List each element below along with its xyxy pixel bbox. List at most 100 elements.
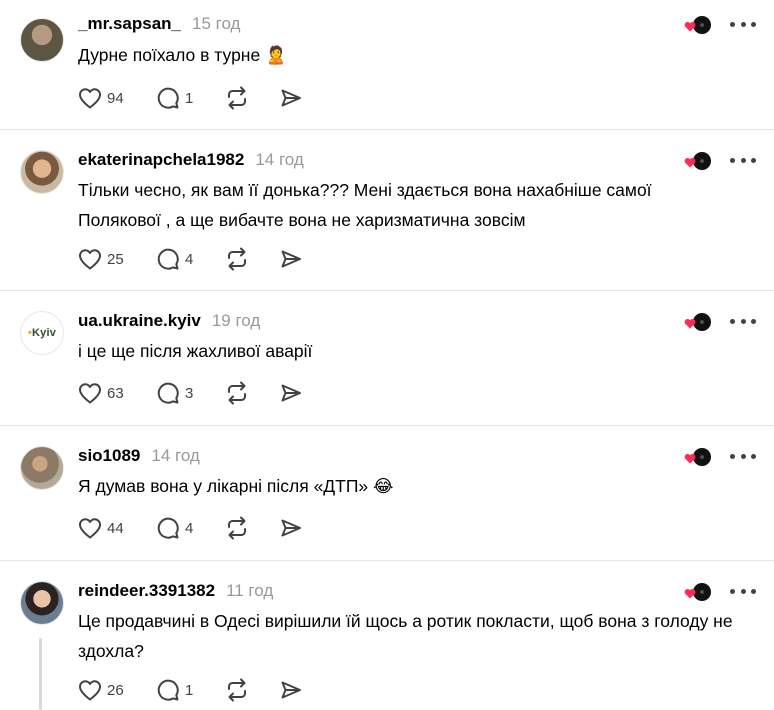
comment-header: _mr.sapsan_ 15 год xyxy=(78,14,240,34)
repost-button[interactable] xyxy=(224,677,279,703)
like-button[interactable]: 26 xyxy=(78,679,156,701)
share-button[interactable] xyxy=(279,381,303,405)
heart-outline-icon xyxy=(79,518,101,539)
speech-bubble-icon xyxy=(157,87,179,109)
like-button[interactable]: 94 xyxy=(78,87,156,109)
repost-arrows-icon xyxy=(228,247,246,271)
comment-header: reindeer.3391382 11 год xyxy=(78,581,273,601)
share-button[interactable] xyxy=(279,516,303,540)
send-paper-plane-icon xyxy=(281,89,301,107)
username[interactable]: reindeer.3391382 xyxy=(78,581,215,601)
comment-text: Це продавчині в Одесі вирішили їй щось а… xyxy=(78,611,733,661)
timestamp[interactable]: 19 год xyxy=(212,311,260,331)
person-emoji: 🙎 xyxy=(265,46,287,66)
avatar[interactable] xyxy=(20,150,64,194)
username[interactable]: ua.ukraine.kyiv xyxy=(78,311,201,331)
comment-post: _mr.sapsan_ 15 год Дурне поїхало в турне… xyxy=(0,0,774,129)
share-button[interactable] xyxy=(279,678,303,702)
heart-outline-icon xyxy=(79,383,101,404)
comment-text: і це ще після жахливої аварії xyxy=(78,341,313,361)
reply-count: 1 xyxy=(185,89,194,107)
comment-header: ua.ukraine.kyiv 19 год xyxy=(78,311,260,331)
like-count: 63 xyxy=(107,384,124,402)
action-bar: 44 4 xyxy=(78,515,303,541)
share-button[interactable] xyxy=(279,247,303,271)
heart-record-reaction-icon[interactable] xyxy=(684,582,712,604)
more-options-button[interactable] xyxy=(730,16,756,32)
timestamp[interactable]: 11 год xyxy=(226,581,273,601)
action-bar: 94 1 xyxy=(78,85,303,111)
repost-arrows-icon xyxy=(228,516,246,540)
avatar[interactable] xyxy=(20,446,64,490)
laughing-emoji: 😂 xyxy=(373,477,394,497)
timestamp[interactable]: 14 год xyxy=(151,446,199,466)
send-paper-plane-icon xyxy=(281,250,301,268)
username[interactable]: sio1089 xyxy=(78,446,140,466)
speech-bubble-icon xyxy=(157,248,179,270)
reply-count: 4 xyxy=(185,250,194,268)
timestamp[interactable]: 14 год xyxy=(255,150,303,170)
comment-text-body: Дурне поїхало в турне xyxy=(78,45,261,65)
more-options-button[interactable] xyxy=(730,313,756,329)
repost-button[interactable] xyxy=(224,515,279,541)
timestamp[interactable]: 15 год xyxy=(192,14,240,34)
repost-arrows-icon xyxy=(228,381,246,405)
reply-count: 4 xyxy=(185,519,194,537)
comment-post: •Kyiv ua.ukraine.kyiv 19 год і це ще піс… xyxy=(0,291,774,425)
heart-outline-icon xyxy=(79,680,101,701)
speech-bubble-icon xyxy=(157,382,179,404)
comment-text: Тільки чесно, як вам її донька??? Мені з… xyxy=(78,180,652,230)
like-button[interactable]: 44 xyxy=(78,517,156,539)
comment-post: reindeer.3391382 11 год Це продавчині в … xyxy=(0,561,774,710)
heart-record-reaction-icon[interactable] xyxy=(684,15,712,37)
heart-record-reaction-icon[interactable] xyxy=(684,312,712,334)
comment-header: ekaterinapchela1982 14 год xyxy=(78,150,304,170)
comment-post: sio1089 14 год Я думав вона у лікарні пі… xyxy=(0,426,774,560)
avatar[interactable] xyxy=(20,18,64,62)
repost-arrows-icon xyxy=(228,678,246,702)
heart-record-reaction-icon[interactable] xyxy=(684,151,712,173)
heart-record-reaction-icon[interactable] xyxy=(684,447,712,469)
more-options-button[interactable] xyxy=(730,152,756,168)
comment-text: Я думав вона у лікарні після «ДТП» 😂 xyxy=(78,471,728,502)
reply-count: 3 xyxy=(185,384,194,402)
comment-header: sio1089 14 год xyxy=(78,446,200,466)
share-button[interactable] xyxy=(279,86,303,110)
comments-feed: _mr.sapsan_ 15 год Дурне поїхало в турне… xyxy=(0,0,774,710)
speech-bubble-icon xyxy=(157,679,179,701)
like-count: 26 xyxy=(107,681,124,699)
kyiv-logo: •Kyiv xyxy=(27,327,57,339)
speech-bubble-icon xyxy=(157,517,179,539)
reply-button[interactable]: 4 xyxy=(156,516,224,540)
send-paper-plane-icon xyxy=(281,384,301,402)
heart-outline-icon xyxy=(79,88,101,109)
more-options-button[interactable] xyxy=(730,583,756,599)
repost-button[interactable] xyxy=(224,246,279,272)
reply-button[interactable]: 1 xyxy=(156,678,224,702)
reply-button[interactable]: 4 xyxy=(156,247,224,271)
username[interactable]: _mr.sapsan_ xyxy=(78,14,181,34)
send-paper-plane-icon xyxy=(281,681,301,699)
comment-post: ekaterinapchela1982 14 год Тільки чесно,… xyxy=(0,130,774,290)
avatar[interactable]: •Kyiv xyxy=(20,311,64,355)
repost-button[interactable] xyxy=(224,380,279,406)
action-bar: 25 4 xyxy=(78,246,303,272)
avatar[interactable] xyxy=(20,581,64,625)
send-paper-plane-icon xyxy=(281,519,301,537)
comment-text: Дурне поїхало в турне 🙎 xyxy=(78,40,728,71)
reply-button[interactable]: 1 xyxy=(156,86,224,110)
action-bar: 63 3 xyxy=(78,380,303,406)
action-bar: 26 1 xyxy=(78,677,303,703)
reply-count: 1 xyxy=(185,681,194,699)
repost-arrows-icon xyxy=(228,86,246,110)
reply-button[interactable]: 3 xyxy=(156,381,224,405)
like-button[interactable]: 63 xyxy=(78,382,156,404)
like-button[interactable]: 25 xyxy=(78,248,156,270)
repost-button[interactable] xyxy=(224,85,279,111)
heart-outline-icon xyxy=(79,249,101,270)
comment-text-body: Я думав вона у лікарні після «ДТП» xyxy=(78,476,369,496)
username[interactable]: ekaterinapchela1982 xyxy=(78,150,244,170)
like-count: 44 xyxy=(107,519,124,537)
more-options-button[interactable] xyxy=(730,448,756,464)
thread-line xyxy=(39,638,42,710)
